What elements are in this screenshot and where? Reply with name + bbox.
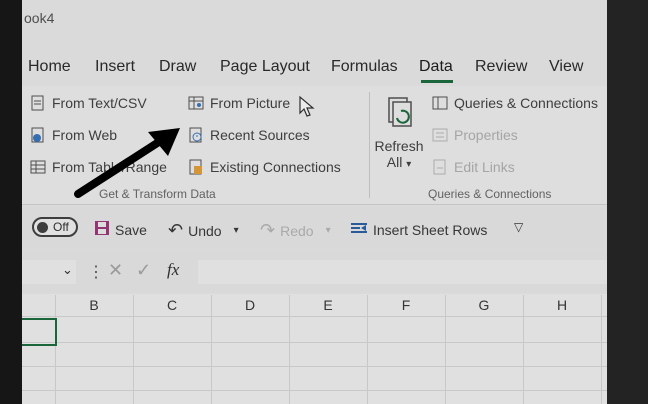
queries-group-label: Queries & Connections xyxy=(428,187,552,201)
tab-draw[interactable]: Draw xyxy=(159,58,196,76)
column-header-b[interactable]: B xyxy=(55,295,133,315)
save-icon xyxy=(94,220,110,239)
tab-insert[interactable]: Insert xyxy=(95,58,135,76)
edit-links-button[interactable]: Edit Links xyxy=(432,159,515,175)
column-divider xyxy=(601,295,602,404)
refresh-all-label-line2: All xyxy=(386,154,403,170)
properties-icon xyxy=(432,127,448,143)
properties-button[interactable]: Properties xyxy=(432,127,518,143)
column-header-f[interactable]: F xyxy=(367,295,445,315)
chevron-down-icon[interactable]: ▾ xyxy=(234,225,239,236)
redo-button[interactable]: ↷ Redo ▾ xyxy=(260,220,331,241)
from-text-csv-label: From Text/CSV xyxy=(52,95,147,111)
web-file-icon xyxy=(30,127,46,143)
more-options-icon[interactable]: ⋮ xyxy=(88,262,104,282)
queries-connections-button[interactable]: Queries & Connections xyxy=(432,95,598,111)
undo-icon: ↶ xyxy=(168,220,184,240)
tab-data[interactable]: Data xyxy=(419,58,453,76)
annotation-arrow-icon xyxy=(70,122,185,207)
undo-label: Undo xyxy=(188,222,222,239)
enter-icon[interactable]: ✓ xyxy=(136,260,151,281)
autosave-state-label: Off xyxy=(53,220,69,234)
refresh-all-label-line1: Refresh xyxy=(374,138,424,154)
insert-sheet-rows-button[interactable]: Insert Sheet Rows xyxy=(350,220,487,239)
redo-icon: ↷ xyxy=(260,220,276,240)
chevron-down-icon[interactable]: ⌄ xyxy=(62,262,73,278)
tab-home[interactable]: Home xyxy=(28,58,71,76)
picture-table-icon xyxy=(188,95,204,111)
existing-connections-icon xyxy=(188,159,204,175)
tab-formulas[interactable]: Formulas xyxy=(331,58,398,76)
from-picture-button[interactable]: From Picture xyxy=(188,95,290,111)
row-divider xyxy=(22,366,607,367)
group-separator xyxy=(369,92,370,198)
autosave-toggle[interactable]: Off xyxy=(32,217,78,237)
column-header-c[interactable]: C xyxy=(133,295,211,315)
insert-rows-icon xyxy=(350,220,368,239)
column-header-g[interactable]: G xyxy=(445,295,523,315)
row-divider xyxy=(22,342,607,343)
window-title: ook4 xyxy=(24,10,55,26)
table-icon xyxy=(30,159,46,175)
chevron-down-icon: ▾ xyxy=(406,159,412,170)
mouse-cursor-icon xyxy=(298,95,318,124)
edit-links-label: Edit Links xyxy=(454,159,515,175)
column-header-d[interactable]: D xyxy=(211,295,289,315)
edit-links-icon xyxy=(432,159,448,175)
toggle-knob-icon xyxy=(37,222,48,233)
row-divider xyxy=(22,390,607,391)
left-screen-edge xyxy=(0,0,22,404)
refresh-icon xyxy=(383,96,415,134)
recent-sources-icon xyxy=(188,127,204,143)
from-picture-label: From Picture xyxy=(210,95,291,111)
tab-page-layout[interactable]: Page Layout xyxy=(220,58,310,76)
queries-connections-label: Queries & Connections xyxy=(454,95,598,111)
insert-sheet-rows-label: Insert Sheet Rows xyxy=(373,221,488,238)
chevron-down-icon[interactable]: ▾ xyxy=(326,225,331,236)
undo-button[interactable]: ↶ Undo ▾ xyxy=(168,220,239,241)
existing-connections-label: Existing Connections xyxy=(210,159,341,175)
customize-qat-icon[interactable]: ▽ xyxy=(514,220,523,234)
column-header-e[interactable]: E xyxy=(289,295,367,315)
right-screen-edge xyxy=(607,0,648,404)
recent-sources-label: Recent Sources xyxy=(210,127,310,143)
refresh-all-button[interactable]: Refresh All ▾ xyxy=(374,96,424,176)
properties-label: Properties xyxy=(454,127,518,143)
active-tab-indicator xyxy=(421,80,453,83)
formula-input[interactable] xyxy=(198,260,607,284)
recent-sources-button[interactable]: Recent Sources xyxy=(188,127,310,143)
text-file-icon xyxy=(30,95,46,111)
queries-pane-icon xyxy=(432,95,448,111)
header-divider xyxy=(22,316,607,317)
redo-label: Redo xyxy=(280,222,314,239)
column-header-h[interactable]: H xyxy=(523,295,601,315)
refresh-all-label-row: All ▾ xyxy=(374,154,424,170)
tab-view[interactable]: View xyxy=(549,58,583,76)
name-box[interactable]: ⌄ xyxy=(22,260,76,284)
insert-function-button[interactable]: fx xyxy=(167,260,179,280)
from-text-csv-button[interactable]: From Text/CSV xyxy=(30,95,147,111)
existing-connections-button[interactable]: Existing Connections xyxy=(188,159,341,175)
save-label: Save xyxy=(115,221,147,238)
tab-review[interactable]: Review xyxy=(475,58,527,76)
cancel-icon[interactable]: ✕ xyxy=(108,260,123,281)
save-button[interactable]: Save xyxy=(94,220,147,239)
selected-cell[interactable] xyxy=(22,318,57,346)
